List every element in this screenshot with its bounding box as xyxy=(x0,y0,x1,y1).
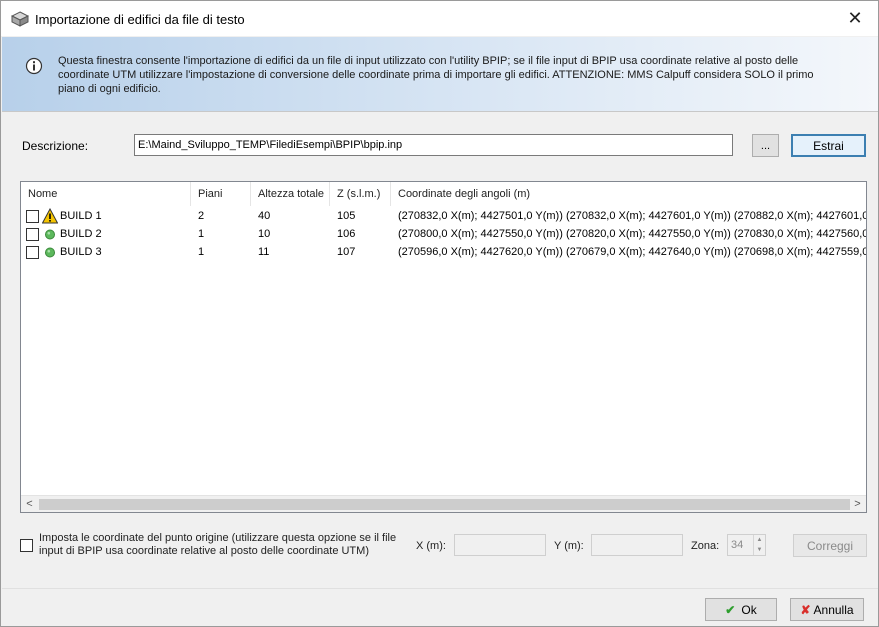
row-checkbox[interactable] xyxy=(26,246,39,259)
horizontal-scrollbar[interactable]: < > xyxy=(21,495,866,512)
row-name: BUILD 1 xyxy=(60,210,102,222)
info-icon xyxy=(25,57,43,75)
row-coordinates: (270832,0 X(m); 4427501,0 Y(m)) (270832,… xyxy=(398,210,867,222)
row-name: BUILD 3 xyxy=(60,246,102,258)
extract-button[interactable]: Estrai xyxy=(791,134,866,157)
row-piani: 1 xyxy=(198,228,205,240)
column-header-altezza[interactable]: Altezza totale xyxy=(251,182,330,206)
row-checkbox[interactable] xyxy=(26,228,39,241)
spin-arrows-icon[interactable]: ▲ ▼ xyxy=(753,535,765,555)
y-input[interactable] xyxy=(591,534,683,556)
table-row[interactable]: BUILD 3 1 11 107 (270596,0 X(m); 4427620… xyxy=(21,243,866,261)
row-altezza: 10 xyxy=(258,228,271,240)
row-z: 107 xyxy=(337,246,356,258)
list-header: Nome Piani Altezza totale Z (s.l.m.) Coo… xyxy=(21,182,866,206)
dialog-window: Importazione di edifici da file di testo… xyxy=(0,0,879,627)
x-label: X (m): xyxy=(416,540,446,552)
title-bar: Importazione di edifici da file di testo… xyxy=(1,1,878,36)
row-coordinates: (270800,0 X(m); 4427550,0 Y(m)) (270820,… xyxy=(398,228,867,240)
row-z: 106 xyxy=(337,228,356,240)
info-banner: Questa finestra consente l'importazione … xyxy=(2,37,878,112)
window-title: Importazione di edifici da file di testo xyxy=(35,12,245,27)
row-checkbox[interactable] xyxy=(26,210,39,223)
checkmark-icon: ✔ xyxy=(725,602,736,617)
status-ok-icon xyxy=(42,244,58,260)
description-label: Descrizione: xyxy=(22,139,89,153)
table-row[interactable]: BUILD 1 2 40 105 (270832,0 X(m); 4427501… xyxy=(21,207,866,225)
table-row[interactable]: BUILD 2 1 10 106 (270800,0 X(m); 4427550… xyxy=(21,225,866,243)
zona-stepper[interactable]: 34 ▲ ▼ xyxy=(727,534,766,556)
footer-divider xyxy=(2,588,878,589)
close-button[interactable]: ✕ xyxy=(832,1,878,36)
zona-label: Zona: xyxy=(691,540,720,552)
row-altezza: 11 xyxy=(258,246,270,258)
column-header-z[interactable]: Z (s.l.m.) xyxy=(330,182,391,206)
x-input[interactable] xyxy=(454,534,546,556)
x-mark-icon: ✘ xyxy=(800,602,811,617)
row-z: 105 xyxy=(337,210,356,222)
file-path-input[interactable]: E:\Maind_Sviluppo_TEMP\FilediEsempi\BPIP… xyxy=(134,134,733,156)
warning-icon xyxy=(41,207,59,224)
status-ok-icon xyxy=(42,226,58,242)
cancel-button[interactable]: ✘ Annulla xyxy=(790,598,864,621)
row-coordinates: (270596,0 X(m); 4427620,0 Y(m)) (270679,… xyxy=(398,246,867,258)
browse-button[interactable]: ... xyxy=(752,134,779,157)
row-name: BUILD 2 xyxy=(60,228,102,240)
buildings-list[interactable]: Nome Piani Altezza totale Z (s.l.m.) Coo… xyxy=(20,181,867,513)
row-altezza: 40 xyxy=(258,210,271,222)
app-cube-icon xyxy=(10,11,30,27)
column-header-piani[interactable]: Piani xyxy=(191,182,251,206)
ok-button[interactable]: ✔ Ok xyxy=(705,598,777,621)
info-text: Questa finestra consente l'importazione … xyxy=(58,55,814,95)
ok-label: Ok xyxy=(741,602,757,617)
correggi-button[interactable]: Correggi xyxy=(793,534,867,557)
origin-checkbox[interactable] xyxy=(20,539,33,552)
cancel-label: Annulla xyxy=(813,602,854,617)
scroll-right-button[interactable]: > xyxy=(849,496,866,512)
scroll-thumb[interactable] xyxy=(39,499,850,510)
y-label: Y (m): xyxy=(554,540,584,552)
zona-value: 34 xyxy=(731,539,744,551)
origin-checkbox-label[interactable]: Imposta le coordinate del punto origine … xyxy=(39,532,399,558)
row-piani: 2 xyxy=(198,210,205,222)
column-header-nome[interactable]: Nome xyxy=(21,182,191,206)
scroll-left-button[interactable]: < xyxy=(21,496,38,512)
column-header-coordinate[interactable]: Coordinate degli angoli (m) xyxy=(391,182,866,206)
row-piani: 1 xyxy=(198,246,205,258)
